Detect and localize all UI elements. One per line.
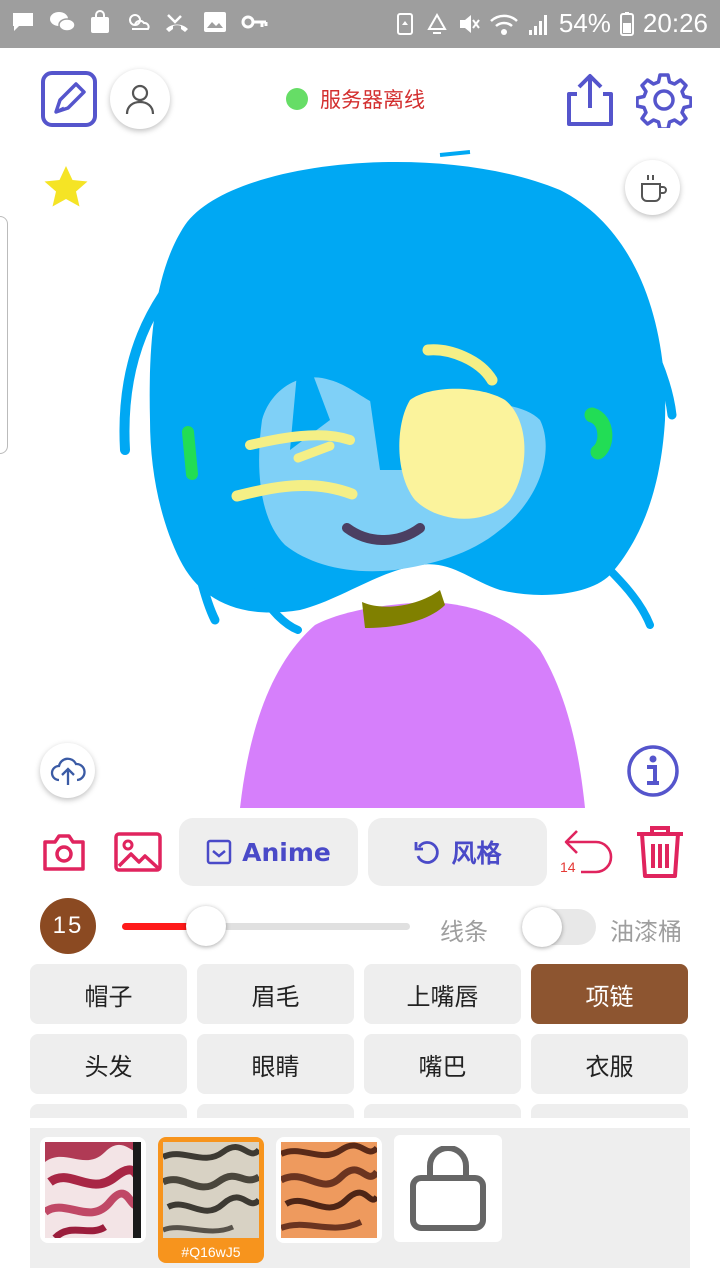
image-icon	[204, 12, 226, 32]
part-row-peek	[30, 1104, 187, 1118]
bucket-mode-label: 油漆桶	[610, 918, 682, 946]
style-model-label: Anime	[242, 837, 331, 867]
status-bar: 54% 20:26	[0, 0, 720, 48]
line-mode-label: 线条	[440, 918, 488, 946]
user-icon	[125, 84, 155, 115]
edit-icon[interactable]	[40, 70, 98, 128]
style-switch-button[interactable]: 风格	[368, 818, 547, 886]
message-icon	[13, 13, 33, 31]
battery-icon	[619, 11, 634, 36]
part-hair-button[interactable]: 头发	[30, 1034, 187, 1094]
system-status: 54% 20:26	[393, 8, 708, 39]
gallery-icon[interactable]	[114, 832, 162, 872]
server-status-dot	[286, 88, 308, 110]
info-icon[interactable]	[626, 744, 680, 798]
key-icon	[241, 15, 268, 29]
notification-icons	[10, 9, 268, 35]
cloud-upload-icon	[50, 757, 86, 785]
style-model-button[interactable]: Anime	[179, 818, 358, 886]
weather-icon	[129, 14, 150, 30]
camera-icon[interactable]	[42, 832, 86, 872]
gear-icon[interactable]	[636, 72, 692, 128]
coffee-button[interactable]	[625, 160, 680, 215]
brush-size-slider[interactable]	[122, 906, 410, 946]
style-preview-image	[42, 1142, 146, 1241]
style-preview-image	[161, 1142, 262, 1238]
shirt-drawing	[240, 602, 585, 808]
server-status-label: 服务器离线	[320, 88, 425, 112]
bucket-toggle[interactable]	[522, 907, 596, 947]
style-preview-image	[279, 1142, 380, 1238]
star-icon[interactable]	[42, 164, 90, 210]
missed-call-icon	[166, 14, 188, 32]
upload-button[interactable]	[40, 743, 95, 798]
shopping-bag-icon	[91, 10, 109, 33]
battery-percent: 54%	[558, 8, 611, 38]
shopping-bag-icon	[410, 1145, 486, 1231]
part-row-peek	[364, 1104, 521, 1118]
part-eyebrow-button[interactable]: 眉毛	[197, 964, 354, 1024]
mute-icon	[459, 14, 480, 33]
part-necklace-button[interactable]: 项链	[531, 964, 688, 1024]
part-upper-lip-button[interactable]: 上嘴唇	[364, 964, 521, 1024]
wechat-icon	[50, 12, 76, 32]
part-eyes-button[interactable]: 眼睛	[197, 1034, 354, 1094]
slider-thumb[interactable]	[185, 906, 226, 946]
clock: 20:26	[642, 8, 708, 38]
part-mouth-button[interactable]: 嘴巴	[364, 1034, 521, 1094]
style-store-button[interactable]	[394, 1135, 502, 1242]
style-switch-label: 风格	[451, 839, 502, 868]
part-row-peek	[531, 1104, 688, 1118]
bucket-toggle-knob	[522, 907, 562, 947]
share-icon[interactable]	[565, 72, 615, 128]
undo-count: 14	[560, 859, 576, 875]
recycle-alt-icon	[427, 12, 447, 34]
left-ear-drawing	[182, 426, 198, 480]
part-hat-button[interactable]: 帽子	[30, 964, 187, 1024]
coffee-cup-icon	[640, 174, 667, 202]
signal-icon	[528, 14, 547, 35]
part-row-peek	[197, 1104, 354, 1118]
style-thumbnail-selected[interactable]: #Q16wJ5	[158, 1137, 264, 1263]
recycle-icon	[396, 12, 413, 35]
checkbox-icon	[206, 839, 232, 865]
style-thumbnail[interactable]	[276, 1137, 382, 1243]
style-code-label: #Q16wJ5	[181, 1244, 241, 1260]
trash-icon[interactable]	[634, 824, 686, 880]
part-clothes-button[interactable]: 衣服	[531, 1034, 688, 1094]
user-button[interactable]	[110, 69, 170, 129]
wifi-icon	[490, 14, 518, 35]
rotate-icon	[415, 841, 440, 864]
style-thumbnail[interactable]	[40, 1137, 146, 1243]
drawing-canvas[interactable]	[0, 140, 720, 808]
brush-size-badge: 15	[40, 898, 96, 954]
